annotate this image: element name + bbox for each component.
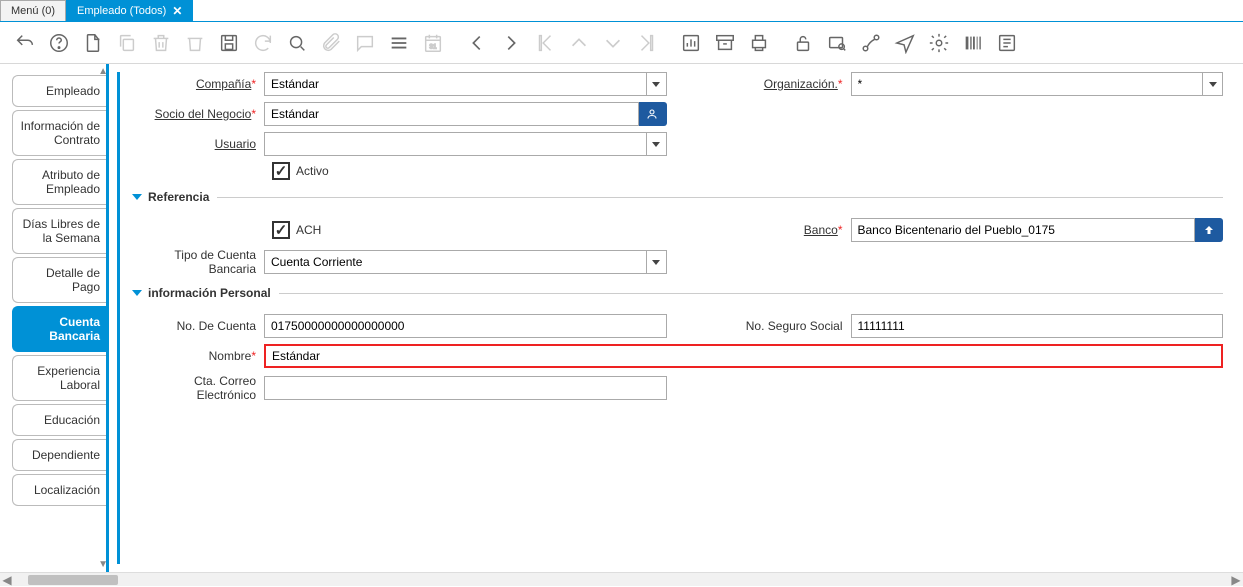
section-personal-title: información Personal [148,286,271,300]
correo-input[interactable] [264,376,667,400]
info-button[interactable] [990,26,1024,60]
delete-button [144,26,178,60]
compania-dropdown-button[interactable] [647,72,667,96]
chevron-down-icon [1209,82,1217,87]
sidebar-item-atributo-empleado[interactable]: Atributo de Empleado [12,159,106,205]
arrow-icon [1203,224,1215,236]
ach-checkbox[interactable] [272,221,290,239]
seguro-input[interactable] [851,314,1224,338]
tipo-label: Tipo de Cuenta Bancaria [174,248,256,276]
workflow-button[interactable] [854,26,888,60]
collapse-icon [132,194,142,200]
new-button[interactable] [76,26,110,60]
banco-label: Banco [804,223,838,237]
close-icon[interactable]: ✕ [172,4,182,18]
down-button [596,26,630,60]
socio-label: Socio del Negocio [155,107,252,121]
sidebar-item-dias-libres[interactable]: Días Libres de la Semana [12,208,106,254]
sidebar-item-empleado[interactable]: Empleado [12,75,106,107]
attach-button [314,26,348,60]
content-panel: Compañía* Organización.* Socio de [106,64,1243,572]
refresh-button [246,26,280,60]
send-button[interactable] [888,26,922,60]
tipo-dropdown-button[interactable] [647,250,667,274]
sidebar-item-dependiente[interactable]: Dependiente [12,439,106,471]
socio-input[interactable] [264,102,639,126]
scroll-right-icon[interactable]: ▶ [1229,573,1243,587]
section-personal-header[interactable]: información Personal [134,286,1223,300]
nocuenta-label: No. De Cuenta [177,319,256,333]
seguro-label: No. Seguro Social [746,319,843,333]
toolbar: 31 [0,22,1243,64]
nocuenta-input[interactable] [264,314,667,338]
up-button [562,26,596,60]
user-icon [646,108,658,120]
usuario-input[interactable] [264,132,647,156]
sidebar-item-localizacion[interactable]: Localización [12,474,106,506]
nombre-input[interactable] [264,344,1223,368]
svg-text:31: 31 [429,43,437,50]
calendar-button: 31 [416,26,450,60]
activo-checkbox[interactable] [272,162,290,180]
sidebar-scroll-down-icon[interactable]: ▼ [98,559,106,570]
organizacion-label: Organización. [764,77,838,91]
socio-lookup-button[interactable] [639,102,667,126]
next-button[interactable] [494,26,528,60]
banco-lookup-button[interactable] [1195,218,1223,242]
last-button [630,26,664,60]
list-button[interactable] [382,26,416,60]
prev-button[interactable] [460,26,494,60]
tab-menu[interactable]: Menú (0) [0,0,66,21]
scroll-left-icon[interactable]: ◀ [0,573,14,587]
compania-label: Compañía [196,77,251,91]
organizacion-input[interactable] [851,72,1204,96]
chevron-down-icon [652,142,660,147]
help-button[interactable] [42,26,76,60]
save-button[interactable] [212,26,246,60]
nombre-label: Nombre [209,349,252,363]
collapse-icon [132,290,142,296]
search-button[interactable] [280,26,314,60]
sidebar-item-info-contrato[interactable]: Información de Contrato [12,110,106,156]
usuario-label: Usuario [215,137,256,151]
tab-menu-label: Menú (0) [11,5,55,17]
sidebar-scroll-up-icon[interactable]: ▲ [98,66,106,77]
zoom-button[interactable] [820,26,854,60]
chat-button [348,26,382,60]
sidebar-item-detalle-pago[interactable]: Detalle de Pago [12,257,106,303]
bottom-scrollbar[interactable]: ◀ ▶ [0,572,1243,586]
activo-label: Activo [296,164,329,178]
correo-label: Cta. Correo Electrónico [194,374,256,402]
copy-button [110,26,144,60]
report-button[interactable] [674,26,708,60]
compania-input[interactable] [264,72,647,96]
section-referencia-header[interactable]: Referencia [134,190,1223,204]
sidebar-item-educacion[interactable]: Educación [12,404,106,436]
banco-input[interactable] [851,218,1196,242]
sidebar-item-experiencia[interactable]: Experiencia Laboral [12,355,106,401]
settings-button[interactable] [922,26,956,60]
tab-empleado-label: Empleado (Todos) [77,5,166,17]
print-button[interactable] [742,26,776,60]
archive-button[interactable] [708,26,742,60]
lock-button[interactable] [786,26,820,60]
first-button [528,26,562,60]
tab-empleado[interactable]: Empleado (Todos) ✕ [66,0,193,21]
ach-label: ACH [296,223,321,237]
scan-button[interactable] [956,26,990,60]
section-referencia-title: Referencia [148,190,209,204]
delete-all-button [178,26,212,60]
scroll-thumb[interactable] [28,575,118,585]
sidebar: Empleado Información de Contrato Atribut… [0,64,106,572]
tab-bar: Menú (0) Empleado (Todos) ✕ [0,0,1243,22]
sidebar-item-cuenta-bancaria[interactable]: Cuenta Bancaria [12,306,106,352]
undo-button[interactable] [8,26,42,60]
tipo-input[interactable] [264,250,647,274]
chevron-down-icon [652,260,660,265]
usuario-dropdown-button[interactable] [647,132,667,156]
chevron-down-icon [652,82,660,87]
organizacion-dropdown-button[interactable] [1203,72,1223,96]
